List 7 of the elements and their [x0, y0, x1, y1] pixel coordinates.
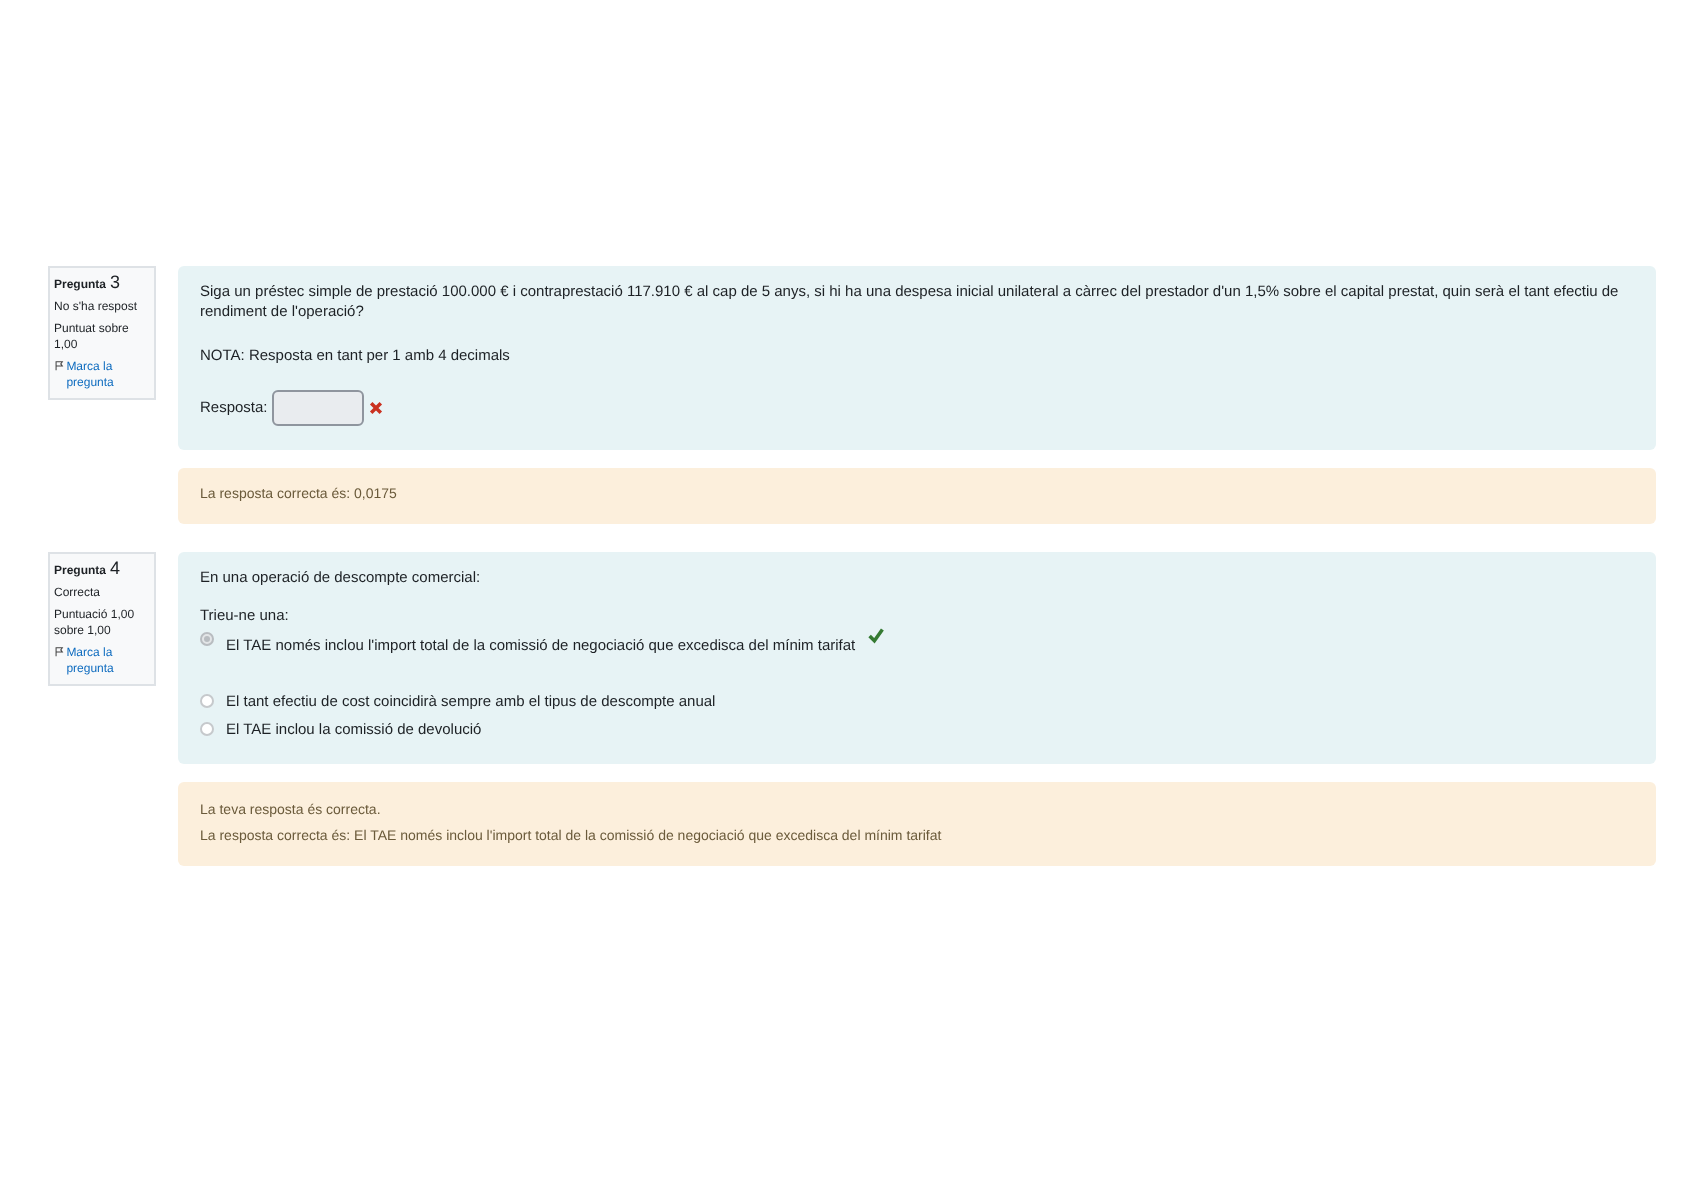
question-number: 3: [110, 274, 121, 290]
radio-button[interactable]: [200, 632, 214, 646]
radio-button[interactable]: [200, 722, 214, 736]
question-number: 4: [110, 560, 121, 576]
flag-icon[interactable]: [54, 360, 65, 372]
radio-button[interactable]: [200, 694, 214, 708]
flag-icon[interactable]: [54, 646, 65, 658]
